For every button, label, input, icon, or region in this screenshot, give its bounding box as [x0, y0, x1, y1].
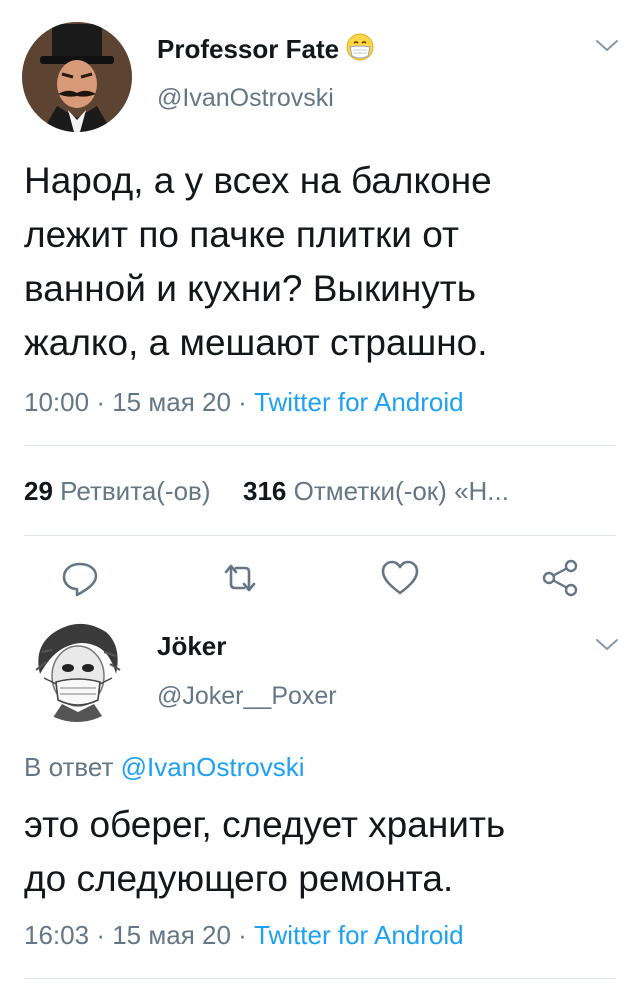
reply-source-link[interactable]: Twitter for Android: [254, 920, 464, 950]
chevron-down-icon[interactable]: [594, 636, 620, 654]
tweet-text-line: ванной и кухни? Выкинуть: [24, 268, 477, 309]
tweet-text: Народ, а у всех на балконе лежит по пачк…: [24, 154, 624, 370]
retweets-label: Ретвита(-ов): [60, 476, 211, 506]
reply-author-avatar[interactable]: [22, 612, 132, 722]
chevron-down-icon[interactable]: [594, 37, 620, 55]
reply-date: 15 мая 20: [112, 920, 231, 950]
meta-separator: ·: [238, 387, 247, 417]
reply-author-handle[interactable]: @Joker__Poxer: [157, 682, 337, 711]
author-display-name[interactable]: Professor Fate: [157, 32, 375, 65]
reply-icon[interactable]: [58, 556, 102, 600]
mask-face-emoji-icon: [345, 32, 375, 62]
likes-stat[interactable]: 316 Отметки(-ок) «Н...: [243, 476, 509, 506]
tweet-text-line: лежит по пачке плитки от: [24, 214, 459, 255]
reply-author-display-name[interactable]: Jöker: [157, 631, 226, 662]
reply-text-line: это оберег, следует хранить: [24, 804, 506, 845]
like-heart-icon[interactable]: [378, 556, 422, 600]
author-name-text: Professor Fate: [157, 34, 340, 64]
tweet-time: 10:00: [24, 387, 90, 417]
tweet-stats: 29 Ретвита(-ов) 316 Отметки(-ок) «Н...: [24, 476, 509, 507]
divider: [24, 535, 616, 536]
likes-label: Отметки(-ок) «Н...: [293, 476, 509, 506]
likes-count: 316: [243, 476, 287, 506]
tweet-text-line: жалко, а мешают страшно.: [24, 322, 488, 363]
in-reply-to-handle-link[interactable]: @IvanOstrovski: [121, 752, 305, 782]
tweet-source-link[interactable]: Twitter for Android: [254, 387, 464, 417]
reply-time: 16:03: [24, 920, 90, 950]
author-avatar[interactable]: [22, 22, 132, 132]
reply-meta: 16:03 · 15 мая 20 · Twitter for Android: [24, 920, 464, 951]
tweet-date: 15 мая 20: [112, 387, 231, 417]
meta-separator: ·: [96, 387, 105, 417]
divider: [24, 445, 616, 446]
retweets-stat[interactable]: 29 Ретвита(-ов): [24, 476, 218, 506]
meta-separator: ·: [96, 920, 105, 950]
in-reply-to-prefix: В ответ: [24, 752, 114, 782]
retweets-count: 29: [24, 476, 53, 506]
divider: [24, 978, 616, 979]
tweet-text-line: Народ, а у всех на балконе: [24, 160, 492, 201]
in-reply-to: В ответ @IvanOstrovski: [24, 752, 305, 783]
author-handle[interactable]: @IvanOstrovski: [157, 84, 334, 113]
meta-separator: ·: [238, 920, 247, 950]
share-icon[interactable]: [538, 556, 582, 600]
reply-text-line: до следующего ремонта.: [24, 858, 454, 899]
tweet-meta: 10:00 · 15 мая 20 · Twitter for Android: [24, 387, 464, 418]
reply-text: это оберег, следует хранить до следующег…: [24, 798, 624, 906]
retweet-icon[interactable]: [218, 556, 262, 600]
